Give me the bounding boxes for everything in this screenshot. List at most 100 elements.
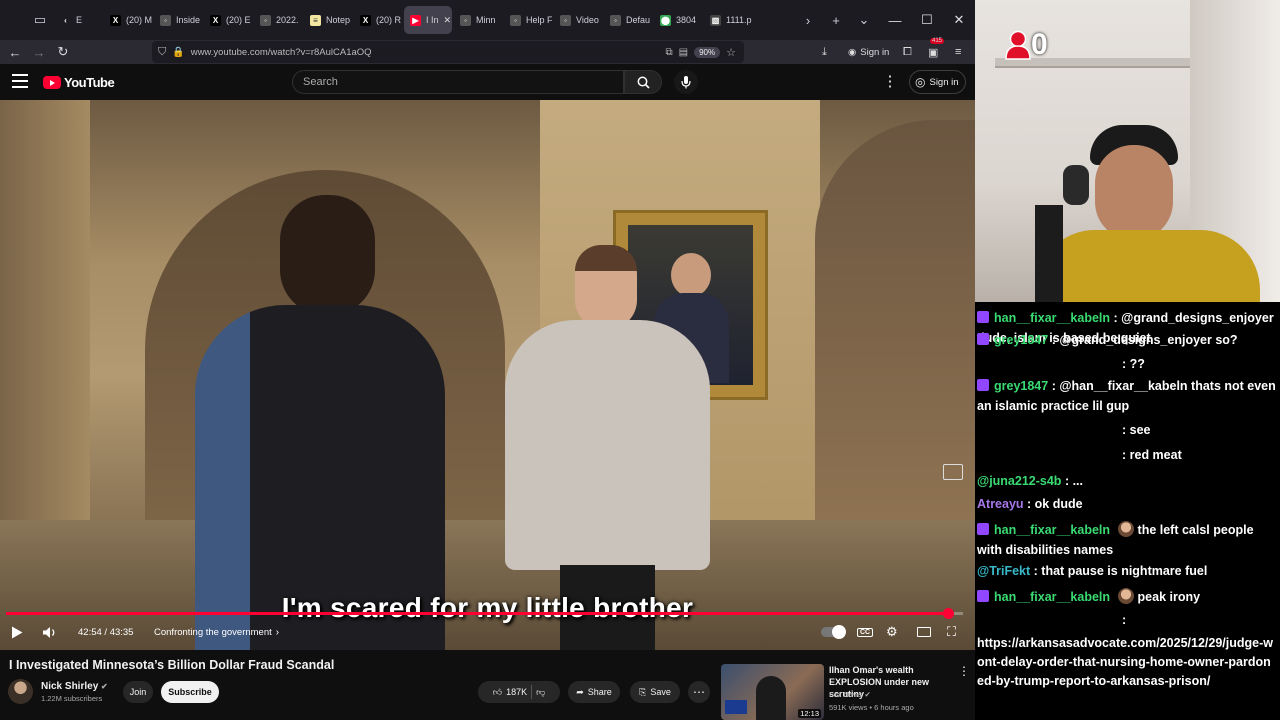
notepad-icon: ≡	[310, 14, 321, 26]
youtube-signin-button[interactable]: ◎ Sign in	[909, 70, 966, 94]
chapter-button[interactable]: Confronting the government ›	[154, 620, 279, 644]
addon-badge: 415	[930, 37, 945, 44]
dislike-button[interactable]: 👎︎	[536, 687, 545, 698]
tab-list-chevron-icon[interactable]: ⌄	[850, 6, 878, 34]
volume-button[interactable]	[42, 620, 58, 644]
browser-tab[interactable]: ◦ Help F	[504, 6, 552, 34]
addon-icon[interactable]: ▣ 415	[928, 37, 945, 64]
tab-scroll-right-icon[interactable]: ›	[794, 6, 822, 34]
chat-message: :	[977, 610, 1277, 630]
search-button[interactable]	[624, 70, 662, 94]
like-button[interactable]: 👍︎ 187K	[493, 687, 527, 698]
video-title: I Investigated Minnesota’s Billion Dolla…	[9, 658, 335, 672]
forward-icon[interactable]: →	[27, 40, 51, 64]
progress-scrubber-handle[interactable]	[942, 608, 954, 619]
browser-tab[interactable]: ◦ Defau	[604, 6, 652, 34]
browser-tab[interactable]: ◦ Inside	[154, 6, 202, 34]
recommended-channel[interactable]: Fox News ✔	[829, 690, 871, 699]
subscribe-button[interactable]: Subscribe	[161, 681, 219, 703]
close-tab-icon[interactable]: ✕	[444, 15, 452, 26]
browser-tab[interactable]: ◦ Minn	[454, 6, 502, 34]
extensions-icon[interactable]: ⧠	[903, 40, 912, 64]
search-input[interactable]: Search	[292, 70, 624, 94]
browser-tab[interactable]: ▶ I In ✕	[404, 6, 452, 34]
reader-view-icon[interactable]: ▤	[679, 47, 688, 58]
recommended-thumbnail[interactable]: 12:13	[721, 664, 824, 720]
voice-search-button[interactable]	[674, 70, 698, 94]
tab-label: 1111.png	[726, 15, 752, 25]
chat-emote-icon	[1117, 521, 1134, 537]
recommended-channel-name[interactable]: Fox News	[829, 690, 862, 699]
browser-tab[interactable]: ‹ E	[54, 6, 102, 34]
reload-icon[interactable]: ↻	[51, 40, 75, 64]
youtube-logo[interactable]: YouTube	[43, 75, 115, 90]
minimize-icon[interactable]: —	[879, 13, 911, 28]
chat-username[interactable]: han__fixar__kabeln	[994, 523, 1110, 537]
browser-signin-button[interactable]: ◉ Sign in	[848, 40, 889, 64]
verified-check-icon: ✔	[101, 682, 108, 691]
captions-icon[interactable]: CC	[857, 620, 874, 644]
channel-name[interactable]: Nick Shirley ✔	[41, 681, 108, 692]
hamburger-menu-icon[interactable]	[12, 74, 28, 88]
chat-username[interactable]: @juna212-s4b	[977, 474, 1061, 488]
bookmark-star-icon[interactable]: ☆	[726, 46, 736, 59]
browser-tab[interactable]: ⬤ 3804	[654, 6, 702, 34]
site-icon: ◦	[260, 14, 271, 26]
url-text[interactable]: www.youtube.com/watch?v=r8AulCA1aOQ	[191, 47, 660, 58]
chat-badge-icon	[977, 590, 989, 602]
chat-message: han__fixar__kabeln the left calsl people…	[977, 520, 1277, 560]
new-tab-icon[interactable]: +	[822, 6, 850, 34]
progress-bar[interactable]	[6, 608, 963, 619]
downloads-icon[interactable]: ⤓	[822, 40, 827, 64]
scene-man-right	[495, 245, 720, 650]
more-actions-button[interactable]: ⋯	[688, 681, 710, 703]
chat-username[interactable]: grey1847	[994, 333, 1048, 347]
app-menu-icon[interactable]: ≡	[955, 40, 961, 64]
settings-gear-icon[interactable]: ⚙	[886, 620, 898, 644]
tracking-shield-icon[interactable]: ⛉	[158, 46, 166, 59]
chat-username[interactable]: han__fixar__kabeln	[994, 590, 1110, 604]
chat-username[interactable]: grey1847	[994, 379, 1048, 393]
tab-label: Minn	[476, 15, 496, 25]
play-button[interactable]	[11, 620, 23, 644]
close-window-icon[interactable]: ✕	[943, 12, 975, 28]
fullscreen-icon[interactable]: ⛶	[947, 620, 956, 644]
share-button[interactable]: ➦ Share	[568, 681, 620, 703]
thumb-figure	[756, 676, 786, 720]
video-player[interactable]: I'm scared for my little brother 42:54 /…	[0, 100, 975, 650]
channel-avatar[interactable]	[8, 679, 33, 704]
chat-emote-icon	[1117, 588, 1134, 604]
recommended-menu-icon[interactable]: ⋮	[958, 664, 970, 678]
autoplay-toggle[interactable]	[821, 620, 846, 644]
maximize-icon[interactable]: ☐	[911, 12, 943, 28]
join-button[interactable]: Join	[123, 681, 153, 703]
browser-tab[interactable]: ◦ 2022.	[254, 6, 302, 34]
tab-overview-icon[interactable]: ▭	[26, 6, 54, 34]
back-icon[interactable]: ←	[3, 40, 27, 64]
zoom-level-badge[interactable]: 90%	[694, 46, 721, 58]
browser-tab[interactable]: ◦ Video	[554, 6, 602, 34]
browser-tab[interactable]: ▧ 1111.png	[704, 6, 752, 34]
browser-tab[interactable]: X (20) R	[354, 6, 402, 34]
channel-name-text[interactable]: Nick Shirley	[41, 681, 98, 692]
account-icon: ◉	[848, 46, 857, 58]
chat-username[interactable]: han__fixar__kabeln	[994, 311, 1110, 325]
address-bar[interactable]: ⛉ 🔒 www.youtube.com/watch?v=r8AulCA1aOQ …	[152, 41, 744, 63]
browser-tab[interactable]: X (20) M	[104, 6, 152, 34]
chat-username[interactable]: @TriFekt	[977, 564, 1030, 578]
like-dislike-group: 👍︎ 187K 👎︎	[478, 681, 560, 703]
chat-message: @juna212-s4b : ...	[977, 471, 1277, 491]
maps-icon: ⬤	[660, 14, 671, 26]
share-label: Share	[587, 687, 612, 697]
chat-username[interactable]: Atreayu	[977, 497, 1024, 511]
volume-icon	[43, 626, 55, 638]
theater-mode-icon[interactable]	[917, 620, 931, 644]
miniplayer-icon[interactable]	[943, 464, 963, 480]
save-button[interactable]: ⎘ Save	[630, 681, 680, 703]
browser-tab[interactable]: X (20) E	[204, 6, 252, 34]
scene-right-arch	[815, 120, 975, 550]
settings-more-icon[interactable]: ⋮	[882, 72, 898, 92]
tab-label: Video	[576, 15, 599, 25]
browser-tab[interactable]: ≡ Notep	[304, 6, 352, 34]
picture-in-picture-icon[interactable]: ⧉	[666, 47, 673, 58]
